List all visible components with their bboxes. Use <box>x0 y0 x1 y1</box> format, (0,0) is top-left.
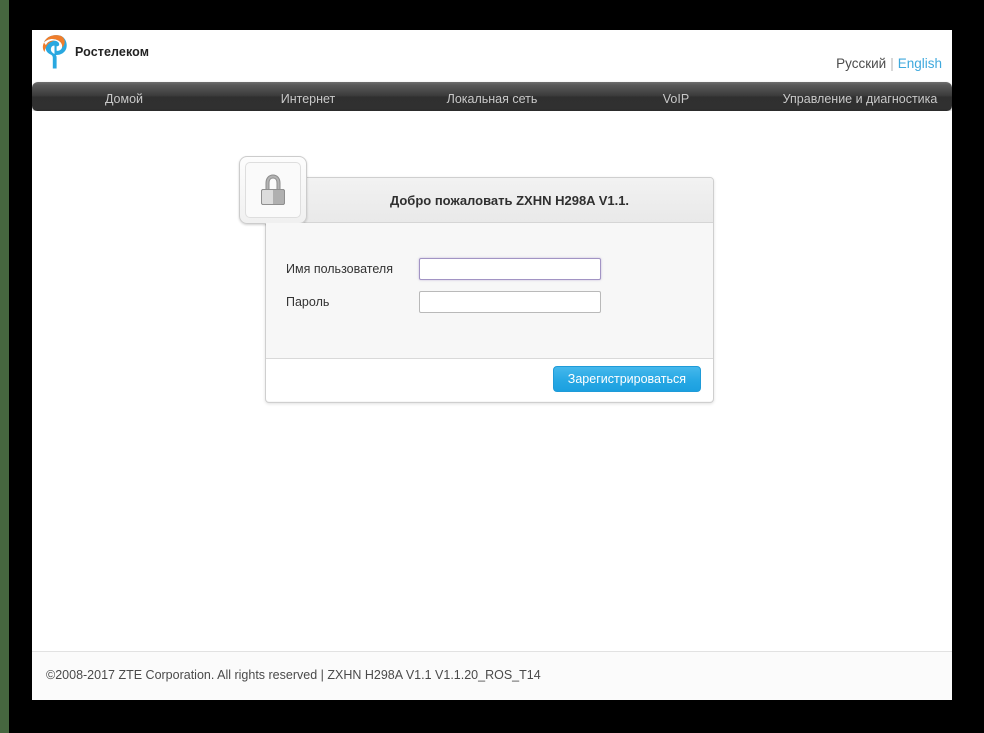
page-footer: ©2008-2017 ZTE Corporation. All rights r… <box>32 651 952 700</box>
username-row: Имя пользователя <box>286 258 601 280</box>
username-input[interactable] <box>419 258 601 280</box>
password-input[interactable] <box>419 291 601 313</box>
brand-logo[interactable]: Ростелеком <box>40 34 149 70</box>
router-admin-page: Ростелеком Русский | English Домой Интерне… <box>32 30 952 700</box>
lock-badge-inner <box>245 162 301 218</box>
password-row: Пароль <box>286 291 601 313</box>
nav-item-home[interactable]: Домой <box>32 92 216 111</box>
brand-name: Ростелеком <box>75 45 150 59</box>
nav-item-voip[interactable]: VoIP <box>584 92 768 111</box>
lock-icon <box>261 174 285 205</box>
login-panel: Добро пожаловать ZXHN H298A V1.1. Имя по… <box>239 156 714 403</box>
login-panel-header: Добро пожаловать ZXHN H298A V1.1. <box>239 156 713 224</box>
page-content: Добро пожаловать ZXHN H298A V1.1. Имя по… <box>32 111 952 651</box>
page-header: Ростелеком Русский | English <box>32 30 952 82</box>
nav-item-management-diagnostics[interactable]: Управление и диагностика <box>768 92 952 111</box>
rostelecom-logo-icon <box>42 35 67 69</box>
screen: Ростелеком Русский | English Домой Интерне… <box>0 0 984 733</box>
login-submit-button[interactable]: Зарегистрироваться <box>552 366 701 392</box>
login-panel-footer: Зарегистрироваться <box>266 358 713 401</box>
lock-badge <box>239 156 307 224</box>
desktop-edge-strip <box>0 0 9 733</box>
username-label: Имя пользователя <box>286 262 393 276</box>
main-navigation: Домой Интернет Локальная сеть VoIP Управ… <box>32 82 952 111</box>
language-option-english[interactable]: English <box>898 56 942 71</box>
nav-item-local-network[interactable]: Локальная сеть <box>400 92 584 111</box>
password-label: Пароль <box>286 295 330 309</box>
language-selector: Русский | English <box>836 56 942 71</box>
footer-copyright: ©2008-2017 ZTE Corporation. All rights r… <box>46 668 541 682</box>
language-option-russian[interactable]: Русский <box>836 56 886 71</box>
login-panel-title: Добро пожаловать ZXHN H298A V1.1. <box>389 192 630 208</box>
nav-item-internet[interactable]: Интернет <box>216 92 400 111</box>
login-panel-body: Имя пользователя Пароль <box>266 223 713 358</box>
language-separator: | <box>890 56 894 71</box>
